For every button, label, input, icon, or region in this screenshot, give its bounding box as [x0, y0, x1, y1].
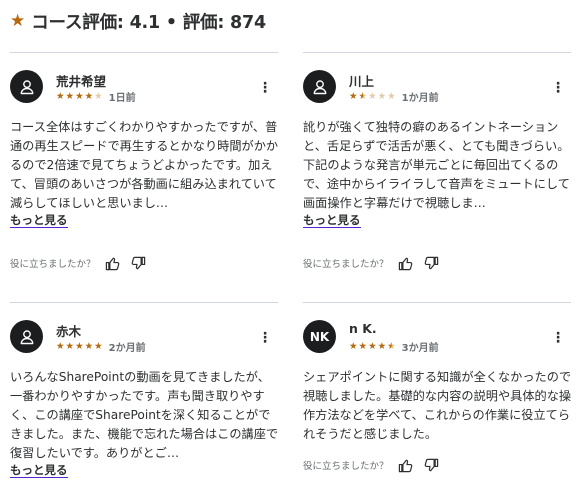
- helpful-prompt: 役に立ちましたか？: [10, 254, 148, 272]
- reviewer-name: 川上: [349, 74, 375, 89]
- star-empty-icon: ★: [387, 90, 396, 102]
- star-half-icon: ★: [358, 90, 368, 102]
- review-time: 1か月前: [401, 93, 439, 104]
- review-divider: [303, 52, 571, 53]
- star-full-icon: ★: [75, 340, 84, 352]
- reviewer-name: 赤木: [56, 324, 82, 339]
- thumbs-up-icon[interactable]: [397, 456, 415, 474]
- show-more-link[interactable]: もっと見る: [303, 213, 361, 228]
- helpful-prompt: 役に立ちましたか？: [303, 456, 441, 474]
- star-half-icon: ★: [387, 340, 396, 352]
- helpful-question: 役に立ちましたか？: [10, 259, 96, 270]
- star-full-icon: ★: [84, 340, 94, 352]
- review-divider: [303, 302, 571, 303]
- show-more-link[interactable]: もっと見る: [10, 213, 68, 228]
- star-rating: ★ ★ ★ ★ ★: [349, 92, 396, 102]
- star-empty-icon: ★: [377, 90, 387, 102]
- star-full-icon: ★: [349, 340, 358, 352]
- avatar: [10, 320, 43, 353]
- thumbs-down-icon[interactable]: [130, 254, 148, 272]
- avatar: NK: [303, 320, 336, 353]
- thumbs-up-icon[interactable]: [104, 254, 122, 272]
- star-full-icon: ★: [349, 90, 358, 102]
- more-options-icon[interactable]: ⋮: [551, 78, 565, 98]
- star-full-icon: ★: [65, 90, 75, 102]
- course-rating-title: コース評価: 4.1 • 評価: 874: [31, 12, 266, 33]
- star-empty-icon: ★: [368, 90, 377, 102]
- avatar: [10, 70, 43, 103]
- star-rating: ★ ★ ★ ★ ★: [56, 342, 103, 352]
- review-divider: [10, 52, 278, 53]
- star-full-icon: ★: [56, 90, 65, 102]
- course-rating-header: ★ コース評価: 4.1 • 評価: 874: [10, 10, 266, 33]
- review-text: シェアポイントに関する知識が全くなかったので視聴しました。基礎的な内容の説明や具…: [303, 370, 572, 441]
- star-full-icon: ★: [377, 340, 387, 352]
- review-card: NK n K. ★ ★ ★ ★ ★ 3か月前 ⋮ シェアポイントに関する知識が全くなかっ…: [303, 302, 571, 487]
- person-icon: [313, 79, 326, 94]
- star-icon: ★: [10, 10, 26, 31]
- person-icon: [20, 79, 33, 94]
- star-rating: ★ ★ ★ ★ ★: [349, 342, 396, 352]
- helpful-prompt: 役に立ちましたか？: [303, 254, 441, 272]
- star-full-icon: ★: [94, 340, 103, 352]
- star-full-icon: ★: [65, 340, 75, 352]
- helpful-question: 役に立ちましたか？: [303, 461, 389, 472]
- review-time: 3か月前: [401, 343, 439, 354]
- thumbs-up-icon[interactable]: [397, 254, 415, 272]
- show-more-link[interactable]: もっと見る: [10, 463, 68, 478]
- star-full-icon: ★: [84, 90, 94, 102]
- review-time: 2か月前: [108, 343, 146, 354]
- more-options-icon[interactable]: ⋮: [258, 78, 272, 98]
- helpful-question: 役に立ちましたか？: [303, 259, 389, 270]
- review-card: 川上 ★ ★ ★ ★ ★ 1か月前 ⋮ 訛りが強くて独特の癖のあるイントネーションと、舌…: [303, 52, 571, 282]
- reviewer-name: n K.: [349, 321, 377, 336]
- avatar: [303, 70, 336, 103]
- review-text: コース全体はすごくわかりやすかったですが、普通の再生スピードで再生するとかなり時…: [10, 120, 279, 210]
- review-text: 訛りが強くて独特の癖のあるイントネーションと、舌足らずで活舌が悪く、とても聞きづ…: [303, 120, 570, 210]
- star-full-icon: ★: [75, 90, 84, 102]
- review-card: 荒井希望 ★ ★ ★ ★ ★ 1日前 ⋮ コース全体はすごくわかりやすかったですが、普通…: [10, 52, 278, 282]
- thumbs-down-icon[interactable]: [423, 456, 441, 474]
- star-full-icon: ★: [358, 340, 368, 352]
- review-text: いろんなSharePointの動画を見てきましたが、一番わかりやすかったです。声…: [10, 370, 279, 460]
- thumbs-down-icon[interactable]: [423, 254, 441, 272]
- avatar-initials: NK: [309, 329, 330, 344]
- review-time: 1日前: [108, 93, 136, 104]
- review-rating: ★ ★ ★ ★ ★ 1日前: [56, 89, 136, 104]
- review-rating: ★ ★ ★ ★ ★ 2か月前: [56, 339, 146, 354]
- review-card: 赤木 ★ ★ ★ ★ ★ 2か月前 ⋮ いろんなSharePointの動画を見てきました…: [10, 302, 278, 487]
- star-full-icon: ★: [56, 340, 65, 352]
- star-full-icon: ★: [368, 340, 377, 352]
- review-divider: [10, 302, 278, 303]
- reviewer-name: 荒井希望: [56, 74, 107, 89]
- more-options-icon[interactable]: ⋮: [551, 328, 565, 348]
- star-rating: ★ ★ ★ ★ ★: [56, 92, 103, 102]
- review-rating: ★ ★ ★ ★ ★ 3か月前: [349, 339, 439, 354]
- star-empty-icon: ★: [94, 90, 103, 102]
- more-options-icon[interactable]: ⋮: [258, 328, 272, 348]
- person-icon: [20, 329, 33, 344]
- review-rating: ★ ★ ★ ★ ★ 1か月前: [349, 89, 439, 104]
